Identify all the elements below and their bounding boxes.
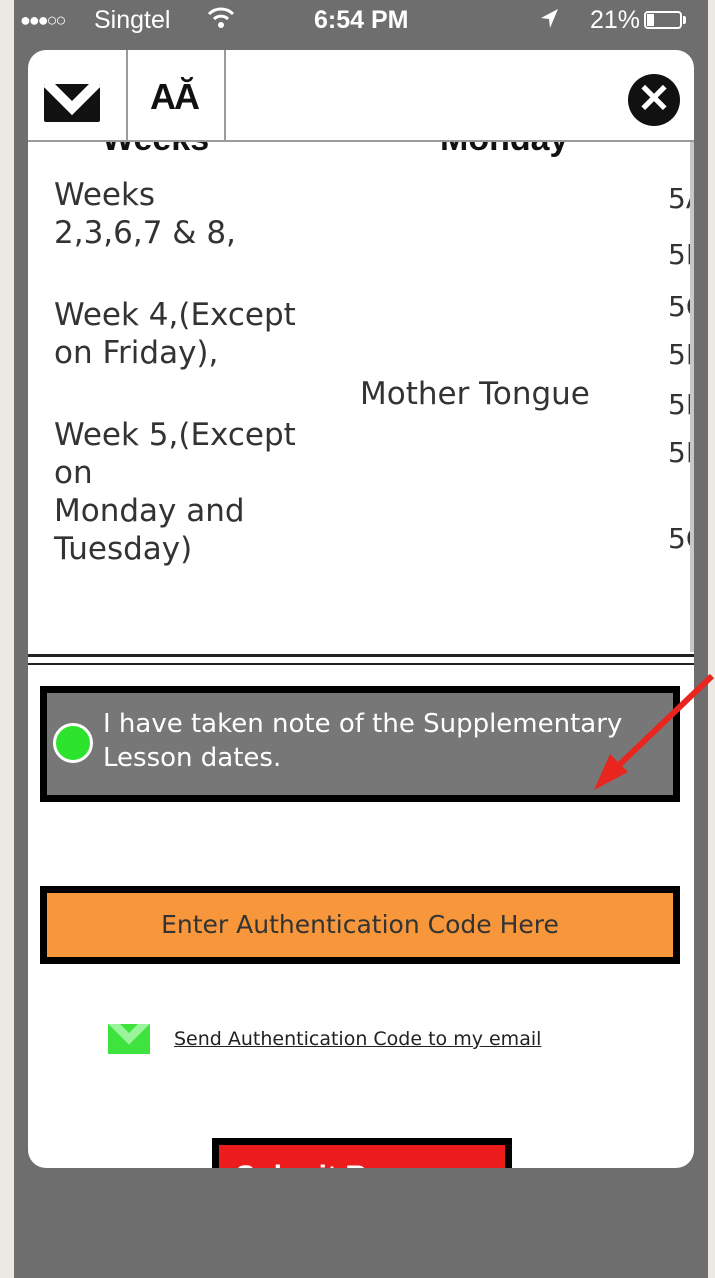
modal-toolbar: AĂ ✕: [28, 50, 694, 142]
envelope-icon: [108, 1024, 150, 1054]
phone-screen: ●●●○○ Singtel 6:54 PM 21% AĂ ✕ Weeks 2,3…: [14, 0, 708, 1278]
close-button[interactable]: ✕: [628, 74, 680, 126]
schedule-table[interactable]: Weeks Monday Weeks 2,3,6,7 & 8, Week 4,(…: [28, 142, 694, 652]
weeks-line-1: Weeks 2,3,6,7 & 8,: [54, 177, 236, 251]
column-header-monday: Monday: [440, 142, 568, 159]
text-size-button[interactable]: AĂ: [128, 50, 226, 140]
weeks-line-2: Week 4,(Except on Friday),: [54, 297, 296, 371]
divider: [28, 654, 694, 657]
clock-time: 6:54 PM: [314, 6, 409, 34]
signal-dots: ●●●○○: [20, 10, 66, 30]
battery-fill: [647, 14, 654, 26]
battery-percent: 21%: [590, 6, 641, 34]
envelope-icon: [44, 84, 100, 122]
table-right-edge: [690, 142, 694, 652]
send-auth-code-link[interactable]: Send Authentication Code to my email: [174, 1028, 541, 1050]
acknowledgement-label: I have taken note of the Supplementary L…: [103, 709, 623, 773]
enter-auth-code-button[interactable]: Enter Authentication Code Here: [40, 886, 680, 964]
subject-cell: Mother Tongue: [360, 376, 590, 412]
acknowledgement-option[interactable]: I have taken note of the Supplementary L…: [40, 686, 680, 802]
weeks-line-3: Week 5,(Except on Monday and Tuesday): [54, 417, 296, 567]
column-header-weeks: Weeks: [102, 142, 209, 159]
close-icon: ✕: [637, 77, 671, 121]
battery-icon: [644, 11, 682, 29]
carrier-name: Singtel: [94, 6, 171, 34]
location-arrow-icon: [538, 6, 560, 39]
divider: [28, 663, 694, 665]
wifi-icon: [206, 4, 236, 37]
response-modal: AĂ ✕ Weeks Monday Weeks 2,3,6,7 & 8, Wee…: [28, 50, 694, 1168]
weeks-cell: Weeks 2,3,6,7 & 8, Week 4,(Except on Fri…: [54, 176, 354, 612]
submit-response-button[interactable]: Submit Response: [212, 1138, 512, 1168]
email-button[interactable]: [28, 50, 128, 140]
radio-selected-icon[interactable]: [53, 723, 93, 763]
status-bar: ●●●○○ Singtel 6:54 PM 21%: [14, 0, 708, 42]
battery-tip: [683, 16, 686, 24]
text-size-icon: AĂ: [150, 76, 200, 117]
